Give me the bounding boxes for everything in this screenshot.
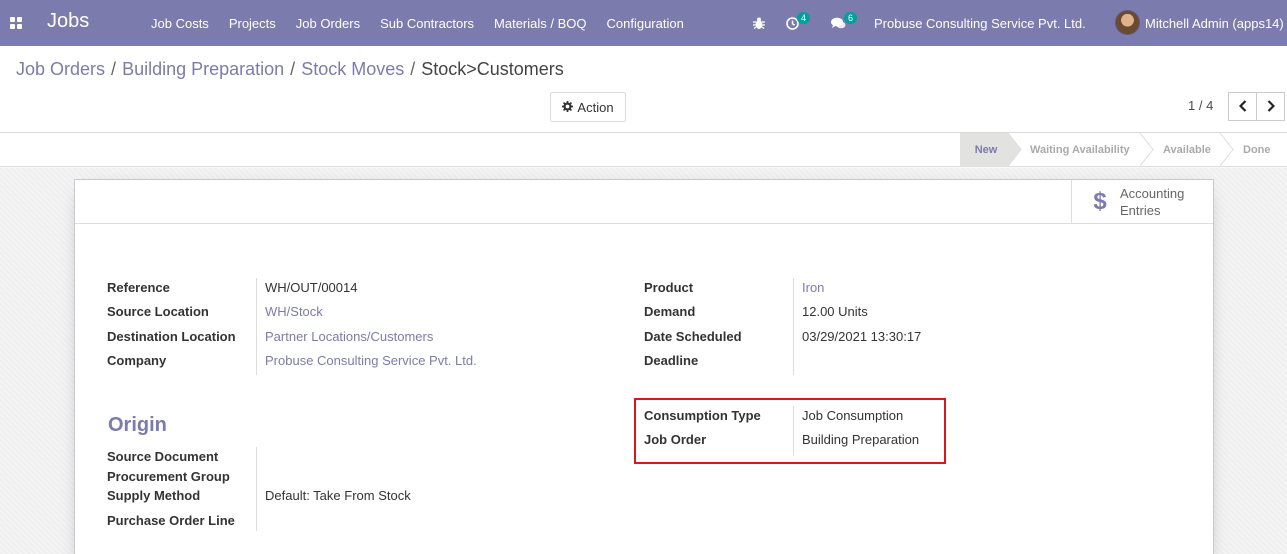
control-panel: Job Orders / Building Preparation / Stoc… bbox=[0, 46, 1287, 133]
date-scheduled-label: Date Scheduled bbox=[644, 329, 742, 344]
stage-available[interactable]: Available bbox=[1163, 133, 1211, 166]
procurement-group-label: Procurement Group bbox=[107, 469, 230, 484]
accounting-entries-line1: Accounting bbox=[1120, 185, 1185, 201]
stage-arrow-icon bbox=[1140, 133, 1154, 166]
stage-arrow-icon bbox=[1220, 133, 1234, 166]
highlight-box bbox=[634, 398, 946, 464]
pager-next-button[interactable] bbox=[1256, 92, 1285, 121]
origin-section-title: Origin bbox=[108, 414, 167, 436]
field-divider bbox=[256, 278, 257, 375]
messages-chat-icon[interactable]: 6 bbox=[831, 0, 858, 46]
breadcrumb-current: Stock>Customers bbox=[421, 59, 564, 79]
pager-previous-button[interactable] bbox=[1228, 92, 1257, 121]
pager-value[interactable]: 1 / 4 bbox=[1188, 98, 1213, 113]
main-menu: Job Costs Projects Job Orders Sub Contra… bbox=[141, 0, 694, 46]
accounting-entries-button[interactable]: $ Accounting Entries bbox=[1071, 180, 1213, 223]
menu-job-costs[interactable]: Job Costs bbox=[141, 16, 219, 31]
action-label: Action bbox=[577, 99, 614, 115]
chevron-right-icon bbox=[1267, 99, 1275, 115]
activity-clock-icon[interactable]: 4 bbox=[786, 0, 811, 46]
menu-projects[interactable]: Projects bbox=[219, 16, 286, 31]
top-navbar: Jobs Job Costs Projects Job Orders Sub C… bbox=[0, 0, 1287, 46]
menu-job-orders[interactable]: Job Orders bbox=[286, 16, 370, 31]
company-switcher[interactable]: Probuse Consulting Service Pvt. Ltd. bbox=[874, 0, 1086, 46]
company-label: Company bbox=[107, 353, 167, 368]
apps-menu-icon[interactable] bbox=[10, 17, 22, 29]
destination-location-link[interactable]: Partner Locations/Customers bbox=[265, 329, 433, 344]
menu-configuration[interactable]: Configuration bbox=[597, 16, 694, 31]
supply-method-value: Default: Take From Stock bbox=[265, 488, 411, 503]
field-divider bbox=[256, 447, 257, 531]
source-location-link[interactable]: WH/Stock bbox=[265, 304, 323, 319]
reference-label: Reference bbox=[107, 280, 170, 295]
reference-value: WH/OUT/00014 bbox=[265, 280, 358, 295]
gear-icon bbox=[562, 100, 574, 115]
breadcrumb: Job Orders / Building Preparation / Stoc… bbox=[16, 59, 564, 80]
source-location-label: Source Location bbox=[107, 304, 209, 319]
stage-new[interactable]: New bbox=[960, 133, 1008, 166]
breadcrumb-building-preparation[interactable]: Building Preparation bbox=[122, 59, 284, 80]
breadcrumb-separator: / bbox=[410, 59, 416, 79]
purchase-order-line-label: Purchase Order Line bbox=[107, 513, 235, 528]
accounting-entries-label: Accounting Entries bbox=[1120, 185, 1184, 219]
message-count-badge: 6 bbox=[844, 12, 858, 24]
menu-sub-contractors[interactable]: Sub Contractors bbox=[370, 16, 484, 31]
company-link[interactable]: Probuse Consulting Service Pvt. Ltd. bbox=[265, 353, 477, 368]
app-brand[interactable]: Jobs bbox=[47, 10, 89, 33]
source-document-label: Source Document bbox=[107, 449, 219, 464]
stage-waiting-availability[interactable]: Waiting Availability bbox=[1030, 133, 1130, 166]
product-label: Product bbox=[644, 280, 694, 295]
user-avatar[interactable] bbox=[1115, 10, 1140, 35]
demand-value: 12.00 Units bbox=[802, 304, 868, 319]
breadcrumb-stock-moves[interactable]: Stock Moves bbox=[301, 59, 404, 80]
date-scheduled-value: 03/29/2021 13:30:17 bbox=[802, 329, 922, 344]
field-divider bbox=[793, 278, 794, 375]
activity-count-badge: 4 bbox=[797, 12, 811, 24]
destination-location-label: Destination Location bbox=[107, 329, 236, 344]
breadcrumb-job-orders[interactable]: Job Orders bbox=[16, 59, 105, 80]
deadline-label: Deadline bbox=[644, 353, 699, 368]
status-bar: New Waiting Availability Available Done bbox=[0, 133, 1287, 167]
stage-done[interactable]: Done bbox=[1243, 133, 1271, 166]
user-menu[interactable]: Mitchell Admin (apps14) bbox=[1145, 0, 1284, 46]
debug-bug-icon[interactable] bbox=[753, 0, 765, 46]
action-button[interactable]: Action bbox=[550, 92, 626, 122]
breadcrumb-separator: / bbox=[290, 59, 296, 79]
chevron-left-icon bbox=[1238, 99, 1247, 115]
accounting-entries-line2: Entries bbox=[1120, 202, 1161, 218]
breadcrumb-separator: / bbox=[111, 59, 117, 79]
menu-materials-boq[interactable]: Materials / BOQ bbox=[484, 16, 596, 31]
product-link[interactable]: Iron bbox=[802, 280, 824, 295]
supply-method-label: Supply Method bbox=[107, 488, 201, 503]
demand-label: Demand bbox=[644, 304, 696, 319]
stage-arrow-icon bbox=[1008, 133, 1022, 166]
dollar-icon: $ bbox=[1093, 187, 1107, 215]
smart-button-box: $ Accounting Entries bbox=[75, 180, 1213, 224]
